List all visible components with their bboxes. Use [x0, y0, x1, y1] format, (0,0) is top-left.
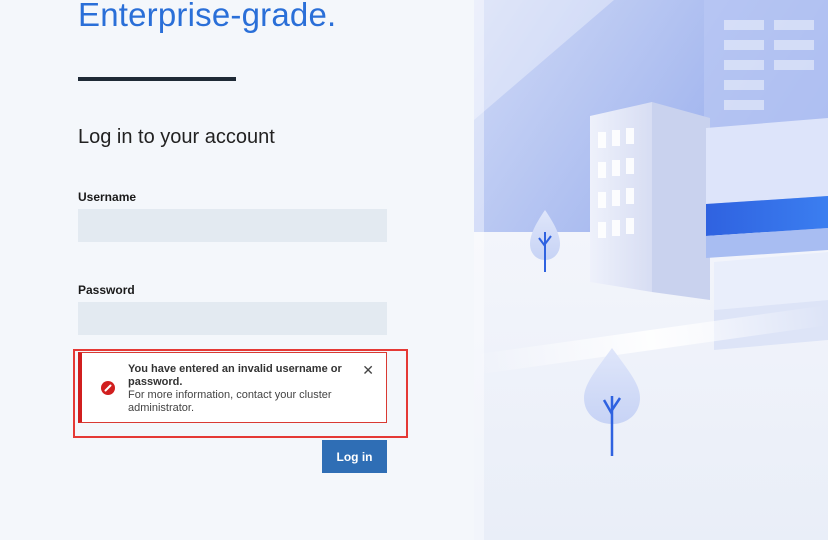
close-icon[interactable]: ✕	[362, 363, 374, 377]
form-heading: Log in to your account	[78, 126, 275, 148]
hero-illustration	[474, 0, 828, 540]
password-input[interactable]	[78, 302, 387, 335]
login-panel: Enterprise-grade. Log in to your account…	[0, 0, 474, 540]
error-message: For more information, contact your clust…	[128, 389, 332, 414]
divider	[78, 77, 236, 81]
username-label: Username	[78, 190, 137, 204]
error-notification: You have entered an invalid username or …	[78, 352, 387, 423]
hero-tagline: Enterprise-grade.	[78, 0, 337, 33]
error-icon	[101, 381, 115, 395]
city-illustration	[474, 0, 828, 540]
login-button[interactable]: Log in	[322, 440, 387, 473]
password-label: Password	[78, 283, 135, 297]
login-page: Enterprise-grade. Log in to your account…	[0, 0, 828, 540]
username-input[interactable]	[78, 209, 387, 242]
error-title: You have entered an invalid username or …	[128, 363, 342, 388]
